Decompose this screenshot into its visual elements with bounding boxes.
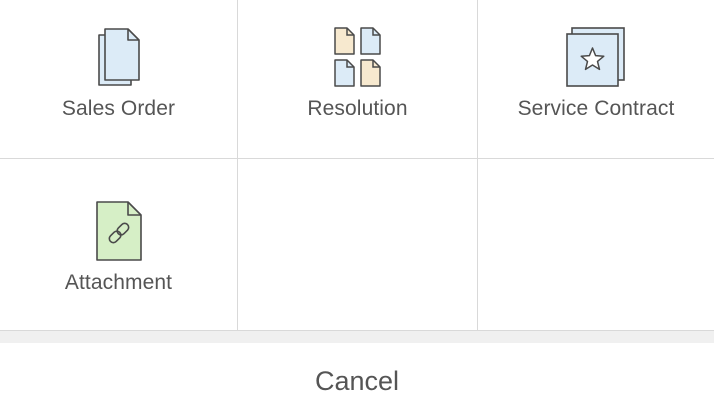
multi-document-icon [323,25,393,89]
tile-sales-order[interactable]: Sales Order [0,0,238,159]
action-sheet-grid: Sales Order Resolution Service Contract … [0,0,714,331]
empty-cell [478,159,714,331]
star-document-icon [561,25,631,89]
empty-cell [238,159,478,331]
tile-attachment[interactable]: Attachment [0,159,238,331]
link-document-icon [84,199,154,263]
tile-service-contract[interactable]: Service Contract [478,0,714,159]
tile-label: Resolution [307,97,408,120]
section-separator [0,331,714,343]
tile-label: Attachment [64,271,173,294]
tile-label: Service Contract [517,97,675,120]
document-stack-icon [84,25,154,89]
cancel-button[interactable]: Cancel [0,343,714,420]
tile-resolution[interactable]: Resolution [238,0,478,159]
tile-label: Sales Order [61,97,176,120]
